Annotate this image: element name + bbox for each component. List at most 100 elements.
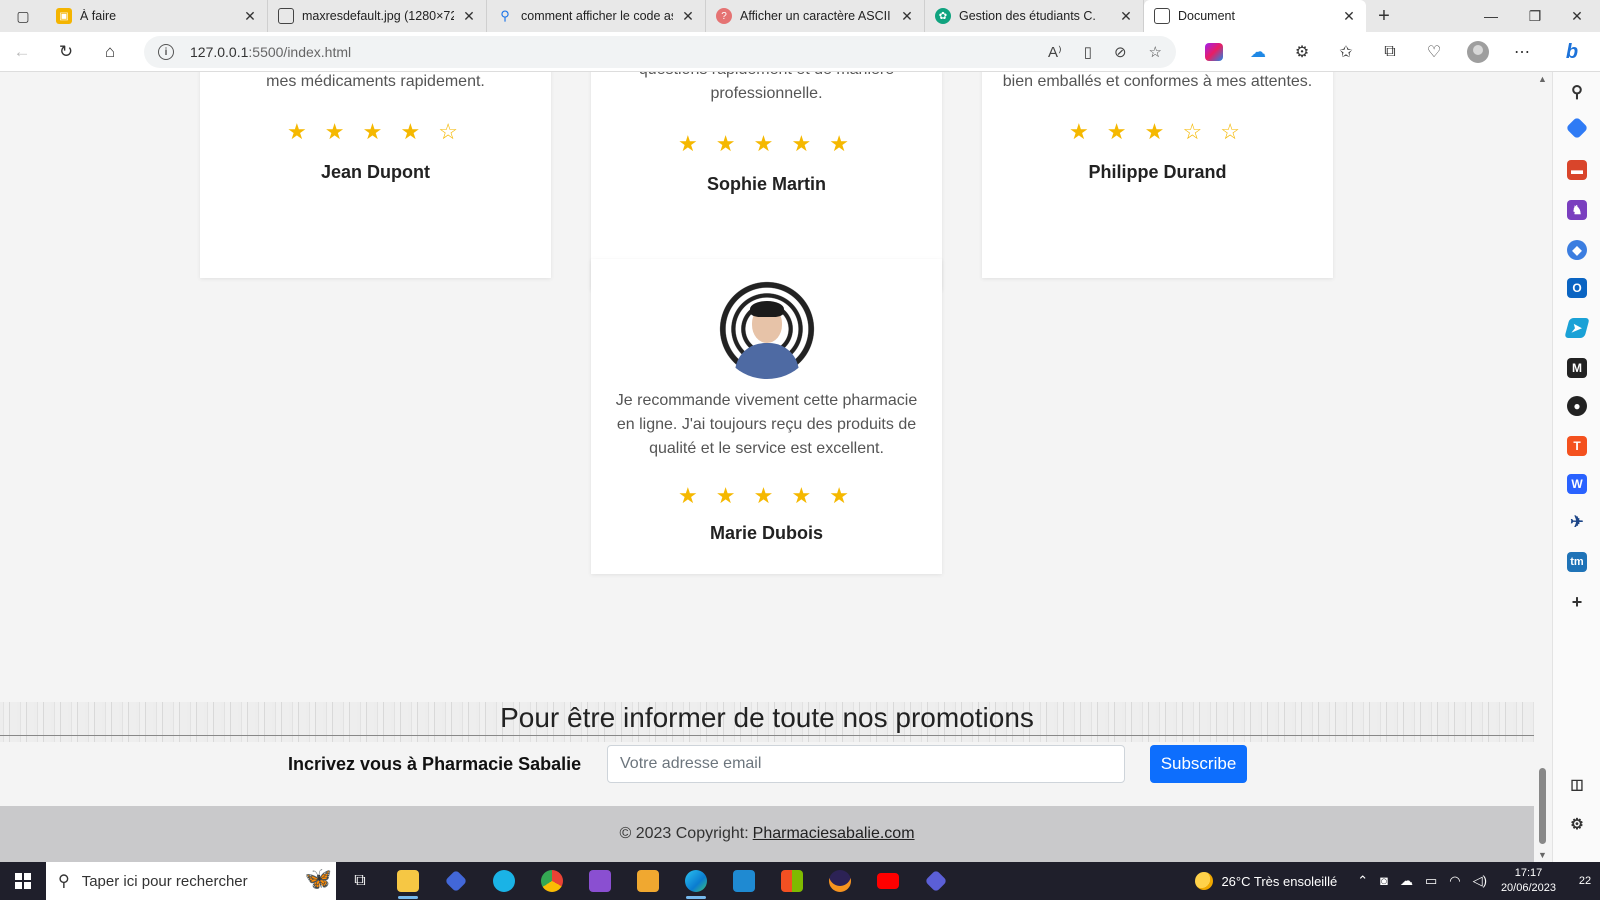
medium-icon[interactable]: M [1567, 358, 1587, 378]
close-tab-icon[interactable]: ✕ [898, 8, 916, 25]
youtube-icon[interactable] [864, 862, 912, 900]
page-scrollbar[interactable]: ▲ ▼ [1534, 72, 1552, 862]
wifi-icon[interactable]: ◠ [1449, 873, 1460, 889]
tools-briefcase-icon[interactable]: ▬ [1567, 160, 1587, 180]
app-cyan-icon[interactable] [480, 862, 528, 900]
tab-maxresdefault[interactable]: maxresdefault.jpg (1280×720) ✕ [268, 0, 487, 32]
settings-gear-icon[interactable]: ⚙ [1567, 814, 1587, 834]
onedrive-cloud-icon[interactable]: ☁ [1400, 873, 1413, 889]
tab-actions-icon[interactable]: ▢ [0, 0, 46, 32]
tab-document[interactable]: Document ✕ [1144, 0, 1366, 32]
reviewer-name: Philippe Durand [1088, 162, 1227, 182]
address-toolbar: ← ↻ ⌂ i 127.0.0.1:5500/index.html A⁾ ▯ ⊘… [0, 32, 1600, 72]
search-icon[interactable]: ⚲ [1567, 82, 1587, 102]
chevron-up-icon[interactable]: ⌃ [1357, 873, 1368, 889]
drop-send-icon[interactable]: ➤ [1564, 318, 1590, 338]
restore-icon[interactable]: ❐ [1512, 0, 1558, 32]
github-icon[interactable]: ● [1567, 396, 1587, 416]
outlook-icon[interactable]: O [1567, 278, 1587, 298]
divider-line [0, 735, 1534, 736]
scroll-down-arrow-icon[interactable]: ▼ [1538, 850, 1547, 860]
address-bar[interactable]: i 127.0.0.1:5500/index.html A⁾ ▯ ⊘ ☆ [144, 36, 1176, 68]
start-button[interactable] [0, 862, 46, 900]
visual-studio-icon[interactable] [576, 862, 624, 900]
close-window-icon[interactable]: ✕ [1554, 0, 1600, 32]
app-hexagon-blue-icon[interactable] [432, 862, 480, 900]
refresh-icon[interactable]: ↻ [44, 32, 88, 72]
tracking-prevention-icon[interactable]: ⊘ [1114, 43, 1127, 61]
extension-colorful-icon[interactable] [1192, 32, 1236, 72]
edge-icon[interactable] [672, 862, 720, 900]
close-tab-icon[interactable]: ✕ [460, 8, 478, 25]
weather-widget[interactable]: 26°C Très ensoleillé [1195, 872, 1337, 890]
newsletter-label: Incrivez vous à Pharmacie Sabalie [288, 754, 582, 774]
volume-icon[interactable]: ◁) [1473, 873, 1487, 889]
footer-site-link[interactable]: Pharmaciesabalie.com [753, 825, 915, 843]
close-tab-icon[interactable]: ✕ [241, 8, 259, 25]
games-icon[interactable]: ♞ [1567, 200, 1587, 220]
email-field[interactable] [607, 745, 1125, 783]
reviewer-avatar [716, 279, 817, 379]
microsoft-store-icon[interactable] [768, 862, 816, 900]
tools-icon[interactable]: ✈ [1567, 512, 1587, 532]
url-text[interactable]: 127.0.0.1:5500/index.html [190, 44, 351, 60]
snipping-tool-icon[interactable] [624, 862, 672, 900]
tab-a-faire[interactable]: ▣ À faire ✕ [46, 0, 268, 32]
more-menu-icon[interactable]: ⋯ [1500, 32, 1544, 72]
file-explorer-icon[interactable] [384, 862, 432, 900]
favorite-star-icon[interactable]: ☆ [1149, 43, 1162, 61]
close-tab-icon[interactable]: ✕ [1340, 8, 1358, 25]
scroll-thumb[interactable] [1539, 768, 1546, 844]
scroll-up-arrow-icon[interactable]: ▲ [1538, 74, 1547, 84]
add-sidebar-app-icon[interactable]: + [1567, 592, 1587, 612]
system-tray: 26°C Très ensoleillé ⌃ ◙ ☁ ▭ ◠ ◁) 17:17 … [1195, 862, 1600, 900]
close-tab-icon[interactable]: ✕ [1117, 8, 1135, 25]
chrome-icon[interactable] [528, 862, 576, 900]
tab-title: Gestion des étudiants C. [959, 9, 1096, 23]
shopping-tag-icon[interactable] [1565, 116, 1589, 140]
w-app-icon[interactable]: W [1567, 474, 1587, 494]
page-footer: © 2023 Copyright: Pharmaciesabalie.com [0, 806, 1534, 862]
back-icon[interactable]: ← [0, 32, 44, 72]
minimize-icon[interactable]: — [1468, 0, 1514, 32]
reviewer-name: Sophie Martin [706, 174, 826, 194]
copyright-text: © 2023 Copyright: [619, 825, 749, 842]
browser-essentials-icon[interactable]: ♡ [1412, 32, 1456, 72]
battery-icon[interactable]: ▭ [1425, 873, 1437, 889]
hide-sidebar-icon[interactable]: ◫ [1567, 774, 1587, 794]
tm-app-icon[interactable]: tm [1567, 552, 1587, 572]
camera-icon[interactable]: ◙ [1380, 873, 1388, 889]
immersive-reader-icon[interactable]: ▯ [1084, 43, 1092, 61]
windows-taskbar: ⚲ Taper ici pour rechercher 🦋 ⧉ 26°C Trè… [0, 862, 1600, 900]
eclipse-icon[interactable] [816, 862, 864, 900]
close-tab-icon[interactable]: ✕ [679, 8, 697, 25]
bing-copilot-icon[interactable]: b [1556, 36, 1588, 68]
cloud-extension-icon[interactable]: ☁ [1236, 32, 1280, 72]
rating-stars: ★ ★ ★ ☆ ☆ [1068, 119, 1247, 144]
t-app-icon[interactable]: T [1567, 436, 1587, 456]
tab-afficher-ascii[interactable]: ? Afficher un caractère ASCII en ✕ [706, 0, 925, 32]
taskbar-search-box[interactable]: ⚲ Taper ici pour rechercher 🦋 [46, 862, 336, 900]
favorites-icon[interactable]: ✩ [1324, 32, 1368, 72]
notification-center-icon[interactable]: 22 [1570, 862, 1600, 900]
task-view-icon[interactable]: ⧉ [336, 862, 384, 900]
profile-avatar[interactable] [1456, 32, 1500, 72]
page-viewport: mes médicaments rapidement. ★ ★ ★ ★ ☆ Je… [0, 72, 1534, 862]
read-aloud-icon[interactable]: A⁾ [1048, 43, 1062, 61]
vscode-icon[interactable] [720, 862, 768, 900]
microsoft365-icon[interactable]: ◆ [1567, 240, 1587, 260]
app-hexagon-purple-icon[interactable] [912, 862, 960, 900]
rating-stars: ★ ★ ★ ★ ☆ [286, 119, 465, 144]
site-info-icon[interactable]: i [158, 44, 174, 60]
tab-search-ascii[interactable]: ⚲ comment afficher le code ascii ✕ [487, 0, 706, 32]
subscribe-button[interactable]: Subscribe [1150, 745, 1247, 783]
edge-sidebar: ⚲ ▬ ♞ ◆ O ➤ M ● T W ✈ tm + ◫ ⚙ [1552, 72, 1600, 862]
testimonial-card-philippe: bien emballés et conformes à mes attente… [982, 72, 1333, 278]
reviewer-name: Marie Dubois [709, 523, 824, 543]
clock[interactable]: 17:17 20/06/2023 [1501, 866, 1556, 896]
new-tab-button[interactable]: + [1366, 0, 1402, 32]
extensions-icon[interactable]: ⚙ [1280, 32, 1324, 72]
collections-icon[interactable]: ⧉ [1368, 32, 1412, 72]
tab-gestion-etudiants[interactable]: ✿ Gestion des étudiants C. ✕ [925, 0, 1144, 32]
home-icon[interactable]: ⌂ [88, 32, 132, 72]
